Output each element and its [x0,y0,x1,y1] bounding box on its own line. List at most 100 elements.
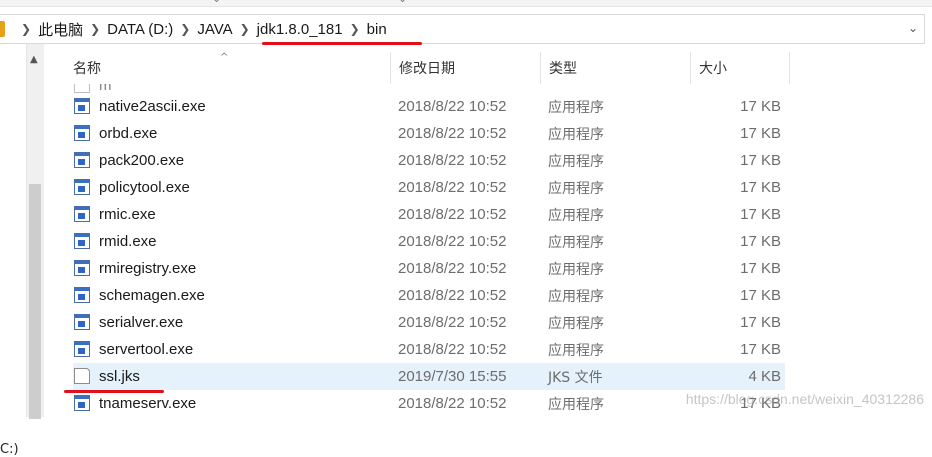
exe-icon [74,179,90,195]
file-type: 应用程序 [548,342,604,359]
watermark: https://blog.csdn.net/weixin_40312286 [685,391,924,407]
top-strip: ⌄ ⌄ [0,0,932,7]
table-row[interactable]: schemagen.exe 2018/8/22 10:52 应用程序 17 KB [73,282,785,309]
file-name: policytool.exe [99,179,190,196]
file-name: serialver.exe [99,314,184,331]
file-name: schemagen.exe [99,287,205,304]
chevron-right-icon[interactable]: ❯ [350,22,360,36]
file-date: 2018/8/22 10:52 [398,395,507,412]
chevron-right-icon[interactable]: ❯ [240,22,250,36]
file-date: 2018/8/22 10:52 [398,233,507,250]
crumb-data-drive[interactable]: DATA (D:) [107,21,173,38]
table-row[interactable]: orbd.exe 2018/8/22 10:52 应用程序 17 KB [73,120,785,147]
exe-icon [74,125,90,141]
file-size: 17 KB [740,287,781,304]
exe-icon [74,233,90,249]
file-size: 17 KB [740,206,781,223]
file-name: pack200.exe [99,152,185,169]
navigation-pane: ▲ C:) [0,44,44,457]
crumb-bin[interactable]: bin [367,21,387,38]
file-name: ssl.jks [99,368,140,385]
file-date: 2018/8/22 10:52 [398,287,507,304]
exe-icon [74,152,90,168]
file-size: 17 KB [740,152,781,169]
column-size[interactable]: 大小 [690,52,790,84]
file-size: 17 KB [740,341,781,358]
column-type-label: 类型 [549,61,577,77]
file-type: 应用程序 [548,315,604,332]
exe-icon [74,98,90,114]
file-type: 应用程序 [548,126,604,143]
file-size: 4 KB [748,368,781,385]
file-date: 2018/8/22 10:52 [398,341,507,358]
address-bar[interactable]: ❯ 此电脑 ❯ DATA (D:) ❯ JAVA ❯ jdk1.8.0_181 … [0,14,925,44]
file-type: 应用程序 [548,99,604,116]
file-type: 应用程序 [548,153,604,170]
file-name: rmiregistry.exe [99,260,197,277]
sort-ascending-icon: ^ [220,52,229,63]
column-date[interactable]: 修改日期 [390,52,540,84]
exe-icon [74,341,90,357]
column-size-label: 大小 [699,61,727,77]
column-name-label: 名称 [73,61,101,77]
table-row[interactable]: tnameserv.exe 2018/8/22 10:52 应用程序 17 KB [73,390,785,417]
exe-icon [74,206,90,222]
scroll-up-icon[interactable]: ▲ [30,54,38,65]
table-row[interactable]: rmid.exe 2018/8/22 10:52 应用程序 17 KB [73,228,785,255]
exe-icon [74,395,90,411]
file-date: 2018/8/22 10:52 [398,152,507,169]
nav-scrollbar-thumb[interactable] [29,184,41,419]
file-name: native2ascii.exe [99,98,206,115]
file-date: 2018/8/22 10:52 [398,125,507,142]
file-size: 17 KB [740,314,781,331]
file-size: 17 KB [740,233,781,250]
file-type: JKS 文件 [548,369,603,386]
column-header: 名称 ^ 修改日期 类型 大小 [45,52,790,84]
file-size: 17 KB [740,260,781,277]
crumb-jdk[interactable]: jdk1.8.0_181 [257,21,343,38]
file-icon [74,84,90,93]
file-name: rmid.exe [99,233,157,250]
exe-icon [74,287,90,303]
chevron-down-icon: ⌄ [212,0,221,5]
file-type: 应用程序 [548,207,604,224]
chevron-down-icon: ⌄ [398,0,407,5]
file-type: 应用程序 [548,396,604,413]
file-type: 应用程序 [548,234,604,251]
file-type: 应用程序 [548,180,604,197]
column-type[interactable]: 类型 [540,52,690,84]
crumb-this-pc[interactable]: 此电脑 [38,19,83,40]
file-type: 应用程序 [548,261,604,278]
address-dropdown-icon[interactable]: ⌄ [908,21,918,35]
file-size: 17 KB [740,179,781,196]
file-type: 应用程序 [548,288,604,305]
chevron-right-icon[interactable]: ❯ [180,22,190,36]
file-list: m native2ascii.exe 2018/8/22 10:52 应用程序 17 … [45,84,785,417]
file-date: 2018/8/22 10:52 [398,260,507,277]
file-date: 2018/8/22 10:52 [398,98,507,115]
table-row[interactable]: serialver.exe 2018/8/22 10:52 应用程序 17 KB [73,309,785,336]
table-row[interactable]: servertool.exe 2018/8/22 10:52 应用程序 17 KB [73,336,785,363]
file-size: 17 KB [740,98,781,115]
table-row[interactable]: pack200.exe 2018/8/22 10:52 应用程序 17 KB [73,147,785,174]
chevron-right-icon[interactable]: ❯ [90,22,100,36]
table-row[interactable]: ssl.jks 2019/7/30 15:55 JKS 文件 4 KB [73,363,785,390]
file-date: 2019/7/30 15:55 [398,368,507,385]
chevron-right-icon[interactable]: ❯ [21,22,31,36]
exe-icon [74,260,90,276]
file-name: servertool.exe [99,341,194,358]
file-size: 17 KB [740,125,781,142]
file-icon [74,368,90,384]
table-row[interactable]: rmiregistry.exe 2018/8/22 10:52 应用程序 17 KB [73,255,785,282]
table-row[interactable]: native2ascii.exe 2018/8/22 10:52 应用程序 17 KB [73,93,785,120]
nav-drive-label[interactable]: C:) [0,442,19,457]
file-name: tnameserv.exe [99,395,197,412]
table-row[interactable]: policytool.exe 2018/8/22 10:52 应用程序 17 KB [73,174,785,201]
crumb-java[interactable]: JAVA [197,21,232,38]
annotation-underline-path [262,42,422,45]
file-name: rmic.exe [99,206,156,223]
file-name: orbd.exe [99,125,158,142]
table-row[interactable]: rmic.exe 2018/8/22 10:52 应用程序 17 KB [73,201,785,228]
folder-icon [0,21,5,37]
breadcrumb: ❯ 此电脑 ❯ DATA (D:) ❯ JAVA ❯ jdk1.8.0_181 … [14,15,387,43]
